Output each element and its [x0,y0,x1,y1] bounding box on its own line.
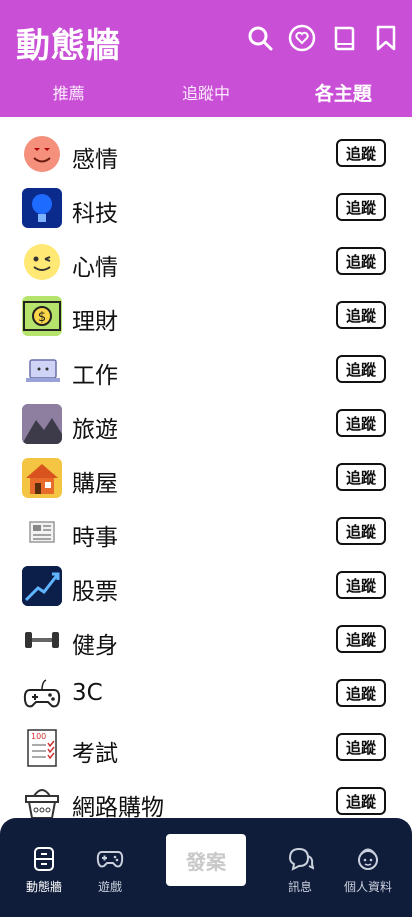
nav-wall[interactable]: 動態牆 [14,846,74,895]
topic-row-love[interactable]: 感情 追蹤 [0,126,412,180]
topic-label: 感情 [72,147,118,173]
follow-button[interactable]: 追蹤 [336,463,386,491]
app-header: 動態牆 推薦 追蹤中 各主題 [0,0,412,117]
topic-row-tech[interactable]: 科技 追蹤 [0,180,412,234]
house-icon [22,458,62,498]
nav-wall-label: 動態牆 [25,880,62,894]
topic-label: 購屋 [72,471,118,497]
tab-topics[interactable]: 各主題 [275,76,412,117]
chat-bubble-icon [270,846,330,872]
book-icon[interactable] [330,24,358,52]
heart-bubble-icon[interactable] [288,24,316,52]
basket-icon [22,782,62,822]
nav-profile[interactable]: 個人資料 [338,846,398,895]
tab-following[interactable]: 追蹤中 [137,76,274,117]
follow-button[interactable]: 追蹤 [336,247,386,275]
topic-list: 感情 追蹤 科技 追蹤 心情 追蹤 $ 理財 追蹤 工作 追蹤 旅遊 追蹤 購屋… [0,126,412,828]
topic-row-exam[interactable]: 100 考試 追蹤 [0,720,412,774]
bookmark-icon[interactable] [372,24,400,52]
newspaper-icon [22,512,62,552]
topic-label: 心情 [72,255,118,281]
follow-button[interactable]: 追蹤 [336,355,386,383]
follow-button[interactable]: 追蹤 [336,193,386,221]
topic-label: 工作 [72,363,118,389]
topic-row-3c[interactable]: 3C 追蹤 [0,666,412,720]
topic-row-mood[interactable]: 心情 追蹤 [0,234,412,288]
mountain-icon [22,404,62,444]
stock-chart-icon [22,566,62,606]
gamepad-icon [22,674,62,714]
topic-row-finance[interactable]: $ 理財 追蹤 [0,288,412,342]
topic-label: 股票 [72,579,118,605]
topic-label: 理財 [72,309,118,335]
nav-games[interactable]: 遊戲 [80,846,140,895]
follow-button[interactable]: 追蹤 [336,139,386,167]
topic-label: 健身 [72,633,118,659]
nav-messages-label: 訊息 [287,880,312,894]
header-icons [246,24,400,52]
follow-button[interactable]: 追蹤 [336,571,386,599]
topic-label: 時事 [72,525,118,551]
love-emoji-icon [22,134,62,174]
profile-face-icon [338,846,398,872]
topic-label: 旅遊 [72,417,118,443]
topic-row-travel[interactable]: 旅遊 追蹤 [0,396,412,450]
topic-label: 考試 [72,741,118,767]
nav-profile-label: 個人資料 [343,880,392,894]
tab-bar: 推薦 追蹤中 各主題 [0,76,412,117]
bottom-nav-bar: 動態牆 遊戲 發案 訊息 個人資料 [0,818,412,917]
wink-emoji-icon [22,242,62,282]
nav-games-label: 遊戲 [97,880,122,894]
dumbbell-icon [22,620,62,660]
wall-icon [14,846,74,872]
follow-button[interactable]: 追蹤 [336,301,386,329]
post-button[interactable]: 發案 [166,834,246,886]
follow-button[interactable]: 追蹤 [336,733,386,761]
topic-label: 科技 [72,201,118,227]
follow-button[interactable]: 追蹤 [336,787,386,815]
follow-button[interactable]: 追蹤 [336,625,386,653]
exam-paper-icon: 100 [22,728,62,768]
gamepad-nav-icon [80,846,140,872]
svg-text:100: 100 [31,732,46,741]
topic-row-fitness[interactable]: 健身 追蹤 [0,612,412,666]
follow-button[interactable]: 追蹤 [336,409,386,437]
topic-row-work[interactable]: 工作 追蹤 [0,342,412,396]
money-icon: $ [22,296,62,336]
topic-label: 3C [72,680,103,706]
search-icon[interactable] [246,24,274,52]
topic-row-stocks[interactable]: 股票 追蹤 [0,558,412,612]
follow-button[interactable]: 追蹤 [336,517,386,545]
tab-recommended[interactable]: 推薦 [0,76,137,117]
topic-label: 網路購物 [72,795,164,821]
tech-brain-icon [22,188,62,228]
page-title: 動態牆 [16,26,121,66]
topic-row-news[interactable]: 時事 追蹤 [0,504,412,558]
svg-text:$: $ [38,310,46,325]
topic-row-house[interactable]: 購屋 追蹤 [0,450,412,504]
nav-messages[interactable]: 訊息 [270,846,330,895]
follow-button[interactable]: 追蹤 [336,679,386,707]
laptop-icon [22,350,62,390]
